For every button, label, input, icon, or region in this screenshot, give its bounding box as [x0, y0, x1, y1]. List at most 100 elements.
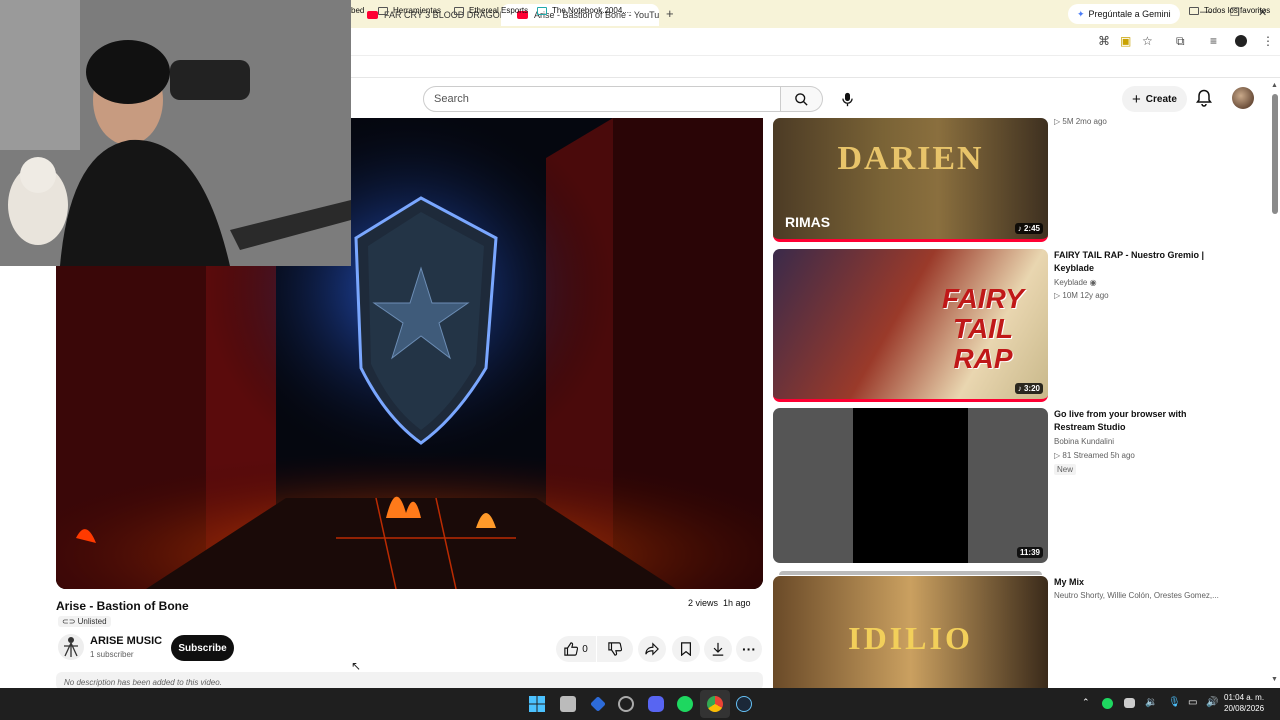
translate-icon[interactable]: ⌘	[1098, 34, 1110, 48]
unlisted-badge: ⊂⊃ Unlisted	[58, 616, 111, 627]
discord-icon[interactable]	[648, 696, 664, 712]
tray-volume-icon[interactable]: 🔊	[1206, 697, 1218, 708]
recommendation-thumbnail[interactable]: FAIRY TAIL RAP ♪ 3:20	[773, 249, 1048, 402]
chrome-icon[interactable]	[707, 696, 723, 712]
account-avatar[interactable]	[1232, 87, 1254, 109]
bookmark-label: Todos los favoritos	[1204, 6, 1271, 15]
menu-dots-icon[interactable]: ⋮	[1262, 34, 1274, 48]
thumbnail-label-text: RIMAS	[785, 214, 831, 230]
download-icon	[712, 642, 724, 656]
verified-icon: ◉	[1089, 278, 1097, 287]
gemini-sparkle-icon: ✦	[1077, 8, 1085, 19]
video-title[interactable]: Go live from your browser with Restream …	[1054, 408, 1224, 434]
bookmark-icon	[681, 642, 691, 656]
tray-audio-icon[interactable]: 🔉	[1145, 697, 1157, 708]
recommendation-thumbnail[interactable]: DARIEN RIMAS ♪ 2:45	[773, 118, 1048, 242]
youtube-favicon-icon	[367, 11, 378, 19]
tray-spotify-icon[interactable]	[1102, 698, 1113, 709]
media-icon[interactable]: ≡	[1210, 34, 1217, 48]
mix-artists[interactable]: Neutro Shorty, Willie Colón, Orestes Gom…	[1054, 591, 1224, 600]
steam-icon[interactable]	[736, 696, 752, 712]
star-icon[interactable]: ☆	[1142, 34, 1153, 48]
scroll-down-icon[interactable]: ▼	[1271, 676, 1278, 683]
bookmark-label: bed	[351, 6, 365, 15]
search-button[interactable]	[781, 86, 823, 112]
windows-start-icon[interactable]	[529, 696, 545, 712]
extensions-icon[interactable]: ⧉	[1176, 34, 1185, 49]
create-button[interactable]: + Create	[1122, 86, 1187, 112]
microphone-icon	[841, 92, 853, 106]
meta-text: 10M 12y ago	[1062, 291, 1109, 300]
bookmark-folder[interactable]: Herramientas	[378, 6, 441, 15]
share-button[interactable]	[638, 636, 666, 662]
gemini-label: Pregúntale a Gemini	[1088, 9, 1171, 19]
scroll-up-icon[interactable]: ▲	[1271, 82, 1278, 89]
description-text: No description has been added to this vi…	[64, 678, 222, 687]
like-button[interactable]: 0	[556, 636, 596, 662]
upload-age: 1h ago	[723, 598, 751, 608]
subscribe-button[interactable]: Subscribe	[171, 635, 234, 661]
new-tab-icon[interactable]: +	[666, 6, 674, 21]
bookmark-folder[interactable]: Ethereal Esports	[454, 6, 528, 15]
view-count: 2 views	[688, 598, 719, 608]
more-actions-button[interactable]: ···	[736, 636, 762, 662]
tray-mic-icon[interactable]: 🎙	[1168, 697, 1181, 708]
tv-icon	[537, 6, 547, 15]
dislike-button[interactable]	[597, 636, 633, 662]
bell-icon	[1196, 89, 1212, 107]
all-bookmarks-folder[interactable]: Todos los favoritos	[1189, 6, 1270, 15]
voice-search-button[interactable]	[834, 86, 860, 112]
profile-icon[interactable]	[1235, 35, 1247, 47]
video-meta: ▷ 81 Streamed 5h ago	[1054, 451, 1224, 460]
tray-chevron-icon[interactable]: ⌃	[1082, 697, 1090, 708]
recommendation-thumbnail[interactable]: 11:39	[773, 408, 1048, 563]
webcam-overlay	[0, 0, 351, 266]
duration-badge: 11:39	[1016, 547, 1043, 558]
obs-icon[interactable]	[618, 696, 634, 712]
scrollbar-thumb[interactable]	[1272, 94, 1278, 214]
share-icon	[645, 642, 659, 656]
taskbar-clock[interactable]: 01:04 a. m. 20/08/2026	[1224, 692, 1264, 714]
thumbnail-title-text: FAIRY TAIL RAP	[942, 283, 1024, 374]
search-placeholder: Search	[434, 93, 469, 105]
thumbnail-title-text: DARIEN	[837, 140, 984, 177]
file-explorer-icon[interactable]	[560, 696, 576, 712]
meta-text: 81 Streamed 5h ago	[1062, 451, 1135, 460]
channel-name[interactable]: Bobina Kundalini	[1054, 437, 1224, 446]
search-icon	[795, 92, 808, 106]
folder-icon	[378, 6, 388, 15]
like-count: 0	[582, 643, 588, 655]
download-button[interactable]	[704, 636, 732, 662]
link-icon: ⊂⊃	[62, 617, 78, 626]
tray-network-icon[interactable]: ▭	[1188, 697, 1197, 708]
bookmark-item[interactable]: The.Notebook.2004....	[537, 6, 631, 15]
bookmark-label: Herramientas	[393, 6, 442, 15]
duration-text: 3:20	[1023, 384, 1040, 393]
mix-thumbnail[interactable]: IDILIO	[773, 576, 1048, 688]
visibility-label: Unlisted	[77, 617, 107, 626]
video-title[interactable]: FAIRY TAIL RAP - Nuestro Gremio | Keybla…	[1054, 249, 1224, 275]
duration-badge: ♪ 3:20	[1014, 383, 1043, 394]
tray-discord-icon[interactable]	[1124, 698, 1135, 708]
cast-icon[interactable]: ▣	[1120, 34, 1131, 48]
bookmark-label: The.Notebook.2004....	[552, 6, 632, 15]
channel-avatar[interactable]	[58, 634, 84, 660]
channel-logo-icon	[64, 637, 78, 657]
clock-date: 20/08/2026	[1224, 704, 1265, 713]
notifications-button[interactable]	[1196, 89, 1212, 112]
save-button[interactable]	[672, 636, 700, 662]
search-input[interactable]: Search	[423, 86, 781, 112]
folder-icon	[454, 6, 464, 15]
spotify-icon[interactable]	[677, 696, 693, 712]
video-title[interactable]: My Mix	[1054, 576, 1224, 589]
duration-badge: ♪ 2:45	[1014, 223, 1043, 234]
gemini-button[interactable]: ✦ Pregúntale a Gemini	[1068, 4, 1180, 24]
video-meta: ▷ 5M 2mo ago	[1054, 117, 1224, 126]
folder-icon	[1189, 6, 1199, 15]
channel-line[interactable]: Keyblade ◉	[1054, 278, 1224, 287]
page-scrollbar[interactable]: ▲ ▼	[1271, 82, 1279, 686]
thumbs-down-icon	[608, 642, 622, 656]
plus-icon: +	[1132, 90, 1141, 108]
bookmark-item[interactable]: bed	[351, 6, 364, 15]
channel-name[interactable]: ARISE MUSIC	[90, 635, 162, 647]
